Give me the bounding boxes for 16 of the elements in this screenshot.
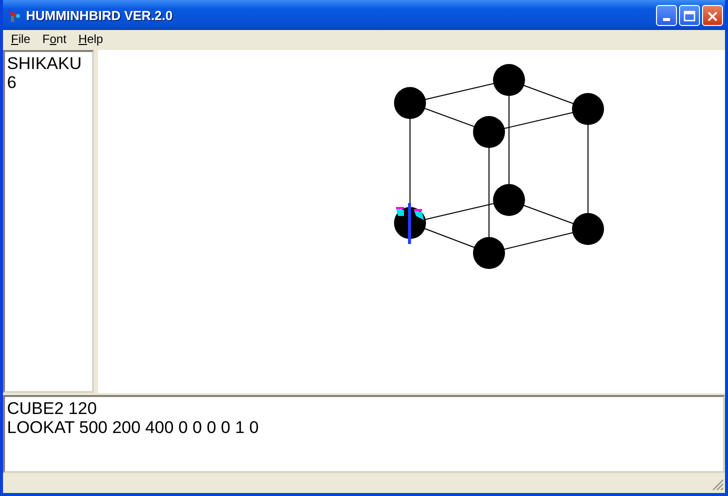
panel-text: SHIKAKU: [7, 54, 83, 73]
maximize-button[interactable]: [679, 4, 700, 26]
panel-text: 6: [7, 73, 18, 92]
window-title: HUMMINHBIRD VER.2.0: [26, 8, 174, 22]
resize-grip-icon[interactable]: [712, 479, 724, 491]
cursor-icon: [396, 203, 424, 244]
minimize-icon: [663, 18, 670, 20]
command-line: CUBE2 120: [7, 399, 98, 418]
close-button[interactable]: [702, 4, 723, 26]
bird-icon: [5, 7, 21, 23]
minimize-button[interactable]: [656, 4, 677, 26]
menu-item[interactable]: File: [5, 32, 36, 46]
menu-item[interactable]: Font: [36, 32, 72, 46]
menu-item[interactable]: Help: [72, 32, 110, 46]
command-editor[interactable]: CUBE2 120 LOOKAT 500 200 400 0 0 0 0 1 0: [3, 395, 725, 473]
command-line: LOOKAT 500 200 400 0 0 0 0 1 0: [7, 418, 260, 437]
